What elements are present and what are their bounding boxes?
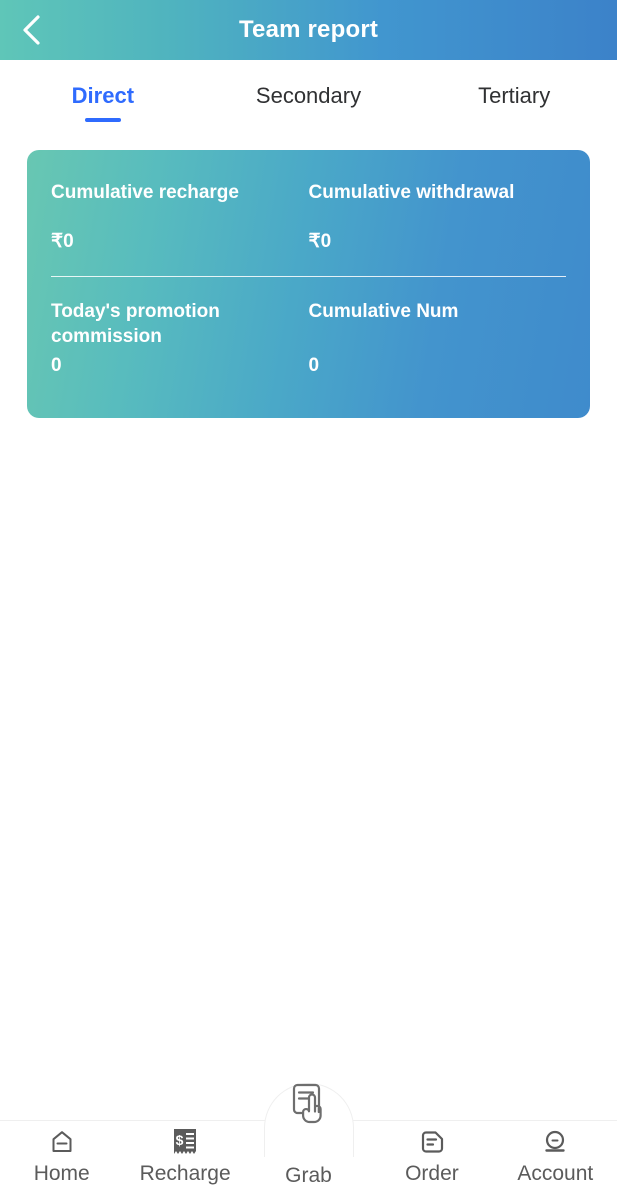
back-button[interactable] [18,0,66,60]
summary-card: Cumulative recharge ₹0 Cumulative withdr… [27,150,590,418]
tab-direct-label: Direct [71,83,135,108]
card-divider [51,276,566,277]
stat-label: Today's promotion commission [51,301,220,347]
svg-text:$: $ [176,1132,184,1148]
nav-item-home[interactable]: Home [0,1121,123,1196]
stat-cumulative-recharge: Cumulative recharge ₹0 [51,180,309,254]
nav-label: Account [517,1162,594,1185]
nav-label: Home [33,1162,90,1185]
tab-secondary-label: Secondary [255,83,362,108]
summary-row-top: Cumulative recharge ₹0 Cumulative withdr… [51,180,566,254]
nav-label: Grab [285,1164,332,1187]
stat-label: Cumulative recharge [51,182,239,203]
document-hand-tap-icon [287,1081,331,1127]
stat-value: ₹0 [51,231,74,252]
stat-cumulative-withdrawal: Cumulative withdrawal ₹0 [309,180,567,254]
page-title: Team report [238,16,379,43]
chevron-left-icon [18,13,44,47]
tab-tertiary-label: Tertiary [478,83,551,108]
nav-label: Order [405,1162,459,1185]
stat-label: Cumulative withdrawal [308,182,515,203]
nav-item-recharge[interactable]: $ Recharge [123,1121,246,1196]
nav-item-order[interactable]: Order [370,1121,493,1196]
home-icon [48,1127,76,1157]
bottom-navigation: Home $ Recharge Grab Order Account [0,1083,617,1196]
stat-value: 0 [308,355,320,376]
stat-todays-promotion-commission: Today's promotion commission 0 [51,299,309,378]
tab-direct[interactable]: Direct [0,60,206,134]
summary-row-bottom: Today's promotion commission 0 Cumulativ… [51,299,566,378]
stat-label: Cumulative Num [308,301,459,322]
stat-value: 0 [51,355,62,376]
tab-secondary[interactable]: Secondary [206,60,412,134]
tab-tertiary[interactable]: Tertiary [411,60,617,134]
stat-cumulative-num: Cumulative Num 0 [309,299,567,378]
nav-label: Recharge [139,1162,231,1185]
tab-bar: Direct Secondary Tertiary [0,60,617,134]
page-header: Team report [0,0,617,60]
tab-active-indicator [84,118,121,122]
nav-items: Home $ Recharge Grab Order Account [0,1083,617,1196]
stat-value: ₹0 [308,231,332,252]
user-avatar-icon [541,1127,569,1157]
nav-item-account[interactable]: Account [494,1121,617,1196]
app-screen: Team report Direct Secondary Tertiary Cu… [0,0,617,1196]
receipt-dollar-icon: $ [171,1127,199,1157]
nav-item-grab[interactable]: Grab [247,1083,370,1196]
document-lines-icon [418,1127,446,1157]
